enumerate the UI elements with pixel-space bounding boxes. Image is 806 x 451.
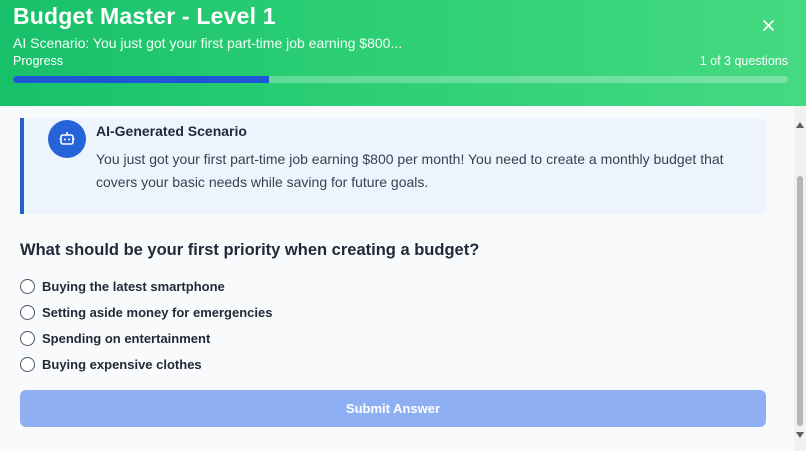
ai-scenario-card: AI-Generated Scenario You just got your … xyxy=(20,118,766,214)
answer-option-label: Setting aside money for emergencies xyxy=(42,304,273,320)
scenario-subtitle: AI Scenario: You just got your first par… xyxy=(13,35,403,51)
answer-option[interactable]: Setting aside money for emergencies xyxy=(20,299,272,325)
page-title: Budget Master - Level 1 xyxy=(13,3,276,29)
submit-answer-button[interactable]: Submit Answer xyxy=(20,390,766,427)
progress-count: 1 of 3 questions xyxy=(699,54,788,68)
scrollbar-thumb[interactable] xyxy=(797,176,803,426)
answer-option-label: Buying the latest smartphone xyxy=(42,278,225,294)
robot-icon xyxy=(59,132,75,145)
progress-bar-fill xyxy=(13,76,269,83)
radio-button[interactable] xyxy=(20,330,35,346)
close-button[interactable] xyxy=(758,15,778,35)
scenario-text: You just got your first part-time job ea… xyxy=(96,151,724,190)
answer-option[interactable]: Buying the latest smartphone xyxy=(20,273,272,299)
scroll-down-arrow-icon[interactable] xyxy=(796,432,804,438)
quiz-header: Budget Master - Level 1 AI Scenario: You… xyxy=(0,0,806,106)
scrollbar[interactable] xyxy=(794,106,806,451)
scroll-up-arrow-icon[interactable] xyxy=(796,122,804,128)
question-text: What should be your first priority when … xyxy=(20,241,480,259)
progress-label: Progress xyxy=(13,54,64,68)
answer-option[interactable]: Spending on entertainment xyxy=(20,325,272,351)
quiz-content: AI-Generated Scenario You just got your … xyxy=(0,106,794,451)
radio-button[interactable] xyxy=(20,304,35,320)
progress-bar xyxy=(13,76,788,83)
answer-option[interactable]: Buying expensive clothes xyxy=(20,351,272,377)
answer-options: Buying the latest smartphone Setting asi… xyxy=(20,273,272,377)
answer-option-label: Spending on entertainment xyxy=(42,330,211,346)
scenario-avatar xyxy=(48,120,86,158)
close-icon xyxy=(762,19,774,31)
radio-button[interactable] xyxy=(20,278,35,294)
answer-option-label: Buying expensive clothes xyxy=(42,356,202,372)
radio-button[interactable] xyxy=(20,356,35,372)
scenario-title: AI-Generated Scenario xyxy=(96,123,247,139)
